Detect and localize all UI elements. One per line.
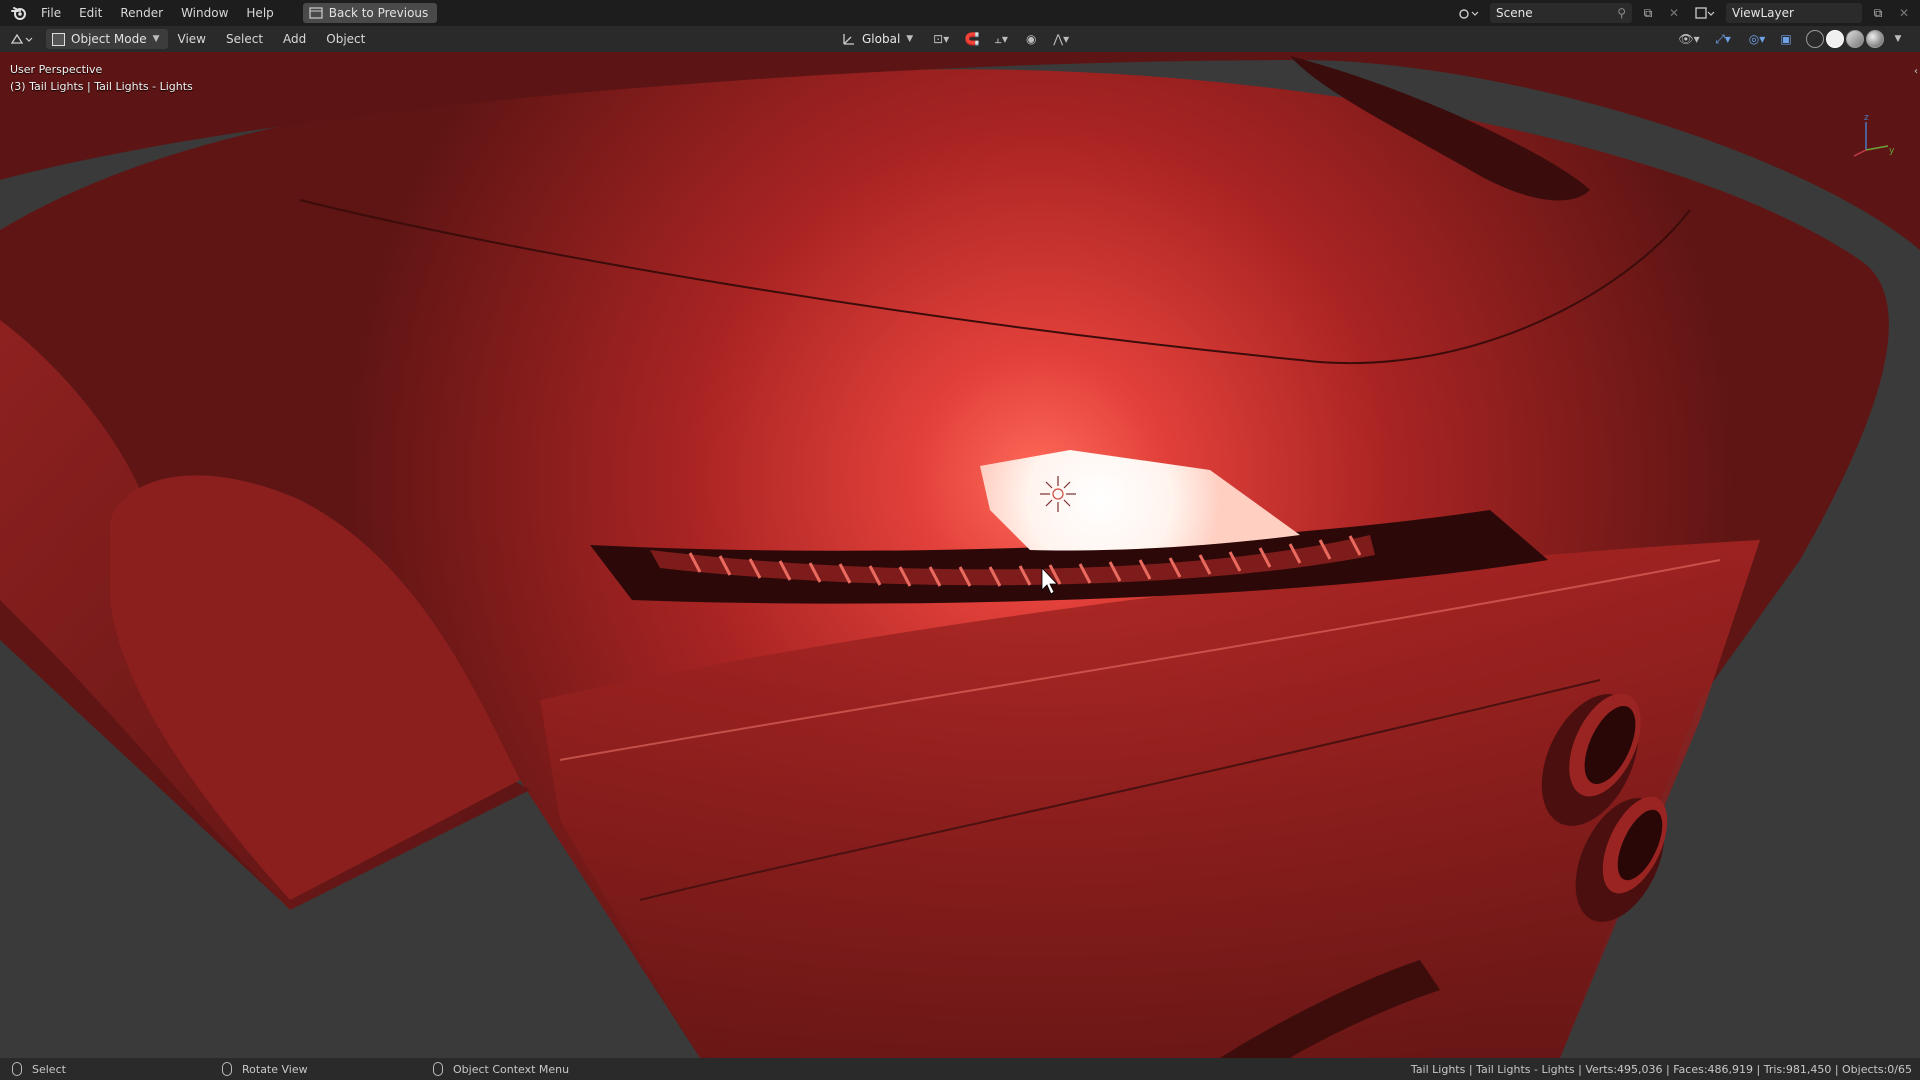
pin-icon[interactable]: ⚲ bbox=[1617, 6, 1626, 20]
window-icon bbox=[309, 7, 323, 19]
transform-controls: Global ▼ ⊡▾ 🧲 ⫠▾ ◉ ⋀▾ bbox=[836, 29, 1073, 49]
menu-object[interactable]: Object bbox=[316, 32, 375, 46]
back-to-previous-button[interactable]: Back to Previous bbox=[302, 3, 438, 23]
snap-target-icon[interactable]: ⫠▾ bbox=[989, 29, 1013, 49]
visibility-icon[interactable]: 👁▾ bbox=[1674, 29, 1704, 49]
scene-statistics: Tail Lights | Tail Lights - Lights | Ver… bbox=[1410, 1062, 1912, 1076]
left-mouse-icon bbox=[12, 1062, 22, 1076]
wireframe-shading-icon[interactable] bbox=[1806, 30, 1824, 48]
scene-name: Scene bbox=[1496, 6, 1533, 20]
proportional-editing-icon[interactable]: ◉ bbox=[1021, 29, 1041, 49]
new-scene-icon[interactable]: ⧉ bbox=[1638, 3, 1658, 23]
status-bar: Select Rotate View Object Context Menu T… bbox=[0, 1058, 1920, 1080]
view-layer-field[interactable]: ViewLayer bbox=[1726, 3, 1862, 23]
object-mode-icon bbox=[52, 32, 65, 46]
menu-select[interactable]: Select bbox=[216, 32, 273, 46]
menu-render[interactable]: Render bbox=[111, 0, 172, 26]
menu-window[interactable]: Window bbox=[172, 0, 237, 26]
menu-file[interactable]: File bbox=[32, 0, 70, 26]
gizmo-y-label: y bbox=[1889, 146, 1895, 156]
viewport-display-controls: 👁▾ ⤢▾ ◎▾ ▣ ▼ bbox=[1674, 29, 1908, 49]
menu-view[interactable]: View bbox=[168, 32, 216, 46]
sidebar-toggle-icon[interactable]: ‹ bbox=[1914, 66, 1918, 77]
menu-edit[interactable]: Edit bbox=[70, 0, 111, 26]
viewport-header: Object Mode ▼ View Select Add Object Glo… bbox=[0, 26, 1920, 52]
snap-icon[interactable]: 🧲 bbox=[963, 29, 981, 49]
status-context-menu-label: Object Context Menu bbox=[453, 1062, 570, 1076]
top-menu-bar: File Edit Render Window Help Back to Pre… bbox=[0, 0, 1920, 26]
menu-add[interactable]: Add bbox=[273, 32, 316, 46]
car-model-render: z y bbox=[0, 52, 1920, 1058]
transform-orientation-dropdown[interactable]: Global ▼ bbox=[836, 29, 919, 49]
chevron-down-icon: ▼ bbox=[152, 34, 160, 44]
gizmo-icon[interactable]: ⤢▾ bbox=[1708, 29, 1738, 49]
gizmo-z-label: z bbox=[1864, 113, 1869, 123]
chevron-down-icon: ▼ bbox=[906, 34, 914, 44]
close-view-layer-icon[interactable]: ✕ bbox=[1894, 3, 1914, 23]
object-mode-dropdown[interactable]: Object Mode ▼ bbox=[46, 29, 168, 49]
material-shading-icon[interactable] bbox=[1846, 30, 1864, 48]
status-select: Select bbox=[12, 1062, 66, 1076]
middle-mouse-icon bbox=[222, 1062, 232, 1076]
new-view-layer-icon[interactable]: ⧉ bbox=[1868, 3, 1888, 23]
scene-icon[interactable] bbox=[1454, 3, 1484, 23]
status-rotate-label: Rotate View bbox=[242, 1062, 308, 1076]
solid-shading-icon[interactable] bbox=[1826, 30, 1844, 48]
menu-help[interactable]: Help bbox=[237, 0, 282, 26]
view-layer-icon[interactable] bbox=[1690, 3, 1720, 23]
active-object-label: (3) Tail Lights | Tail Lights - Lights bbox=[10, 80, 193, 93]
status-select-label: Select bbox=[32, 1062, 66, 1076]
back-to-previous-label: Back to Previous bbox=[328, 6, 429, 20]
perspective-label: User Perspective bbox=[10, 63, 103, 76]
xray-icon[interactable]: ▣ bbox=[1776, 29, 1796, 49]
status-context-menu: Object Context Menu bbox=[433, 1062, 569, 1076]
rendered-shading-icon[interactable] bbox=[1866, 30, 1884, 48]
axes-icon bbox=[843, 34, 854, 45]
falloff-icon[interactable]: ⋀▾ bbox=[1049, 29, 1073, 49]
shading-options-icon[interactable]: ▼ bbox=[1888, 29, 1908, 49]
pivot-point-icon[interactable]: ⊡▾ bbox=[927, 29, 955, 49]
close-scene-icon[interactable]: ✕ bbox=[1664, 3, 1684, 23]
right-mouse-icon bbox=[433, 1062, 443, 1076]
view-layer-name: ViewLayer bbox=[1732, 6, 1794, 20]
overlays-icon[interactable]: ◎▾ bbox=[1742, 29, 1772, 49]
scene-field[interactable]: Scene ⚲ bbox=[1490, 3, 1632, 23]
transform-orientation-label: Global bbox=[862, 32, 901, 46]
shading-modes bbox=[1806, 30, 1884, 48]
3d-viewport[interactable]: z y User Perspective (3) Tail Lights | T… bbox=[0, 52, 1920, 1058]
workspace-controls: Scene ⚲ ⧉ ✕ ViewLayer ⧉ ✕ bbox=[1454, 0, 1920, 26]
object-mode-label: Object Mode bbox=[71, 32, 147, 46]
status-rotate: Rotate View bbox=[222, 1062, 308, 1076]
blender-logo-icon[interactable] bbox=[6, 0, 32, 26]
editor-type-icon[interactable] bbox=[6, 29, 40, 49]
